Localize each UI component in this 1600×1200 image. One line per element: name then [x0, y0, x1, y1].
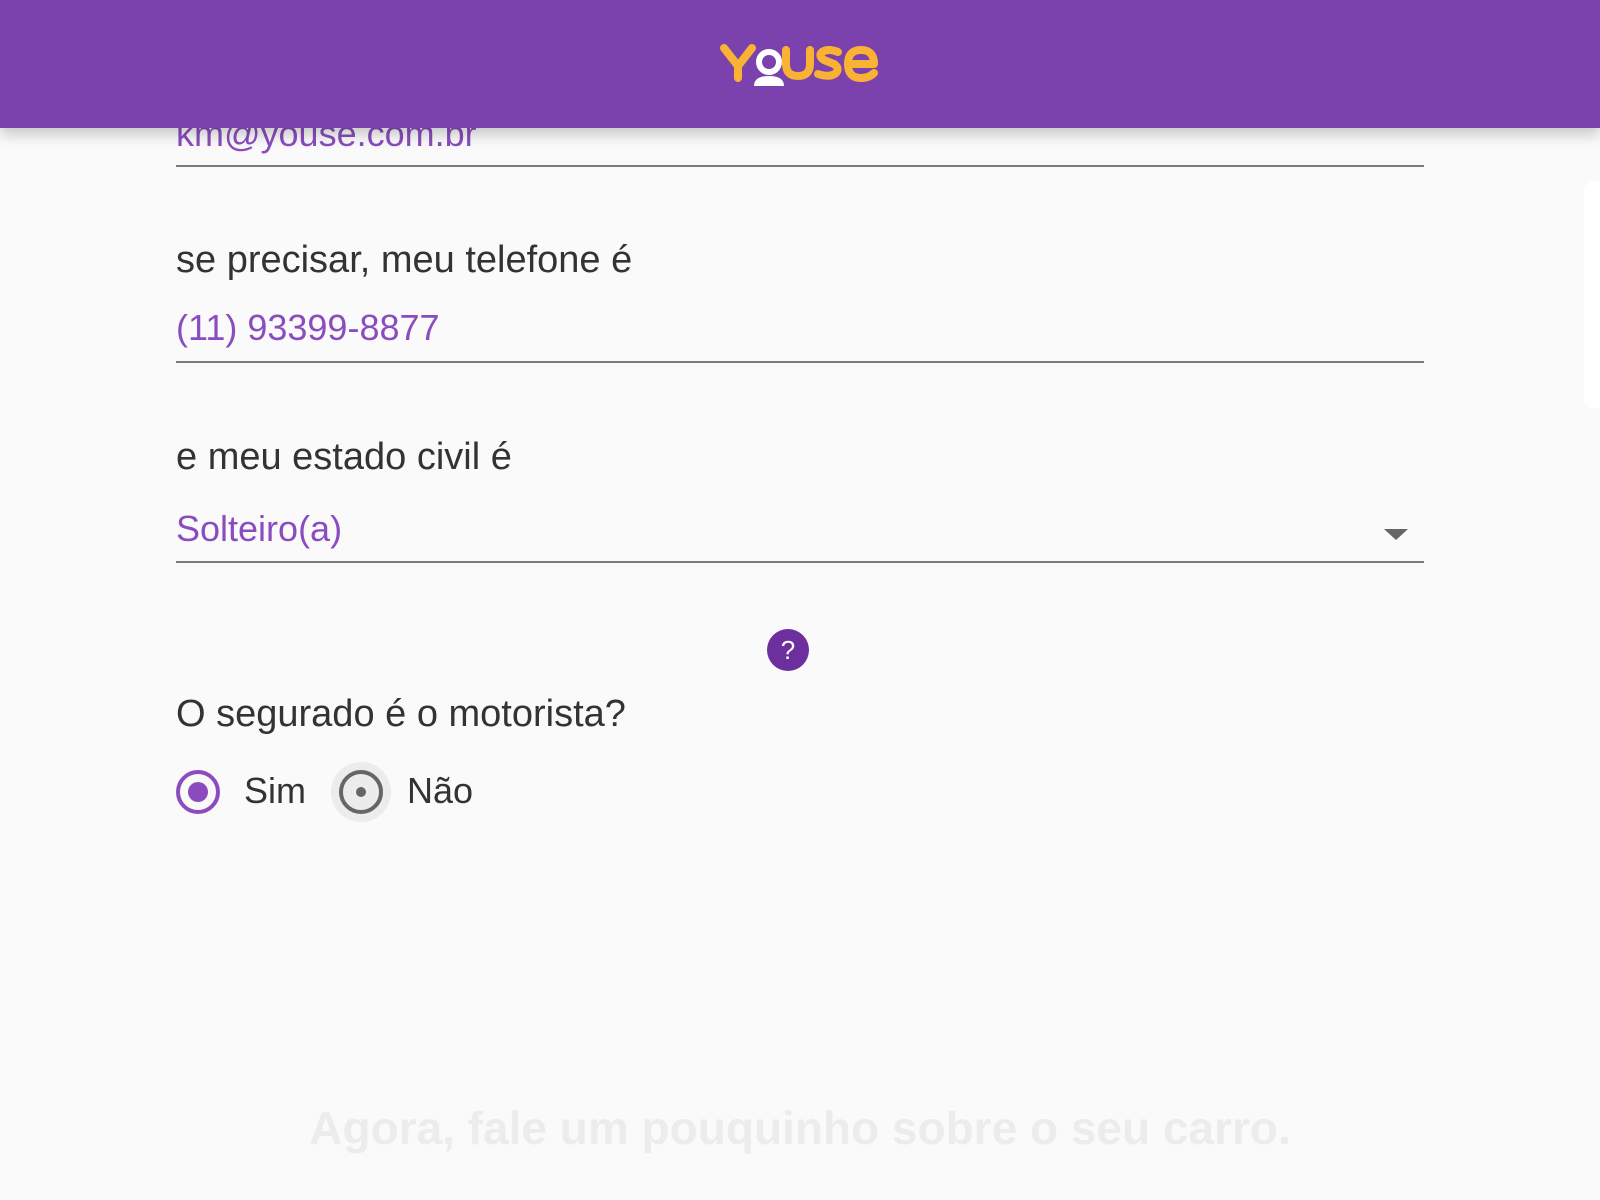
civil-status-label: e meu estado civil é — [176, 436, 512, 478]
chevron-down-icon[interactable] — [1384, 529, 1408, 540]
next-section-heading: Agora, fale um pouquinho sobre o seu car… — [309, 1102, 1291, 1154]
email-underline — [176, 165, 1424, 167]
youse-logo — [720, 44, 878, 86]
radio-nao-dot — [356, 787, 366, 797]
app-header: youse — [0, 0, 1600, 128]
help-icon[interactable]: ? — [767, 629, 809, 671]
driver-question-label: O segurado é o motorista? — [176, 693, 626, 735]
radio-nao[interactable] — [339, 770, 383, 814]
civil-status-underline — [176, 561, 1424, 563]
scrollbar[interactable] — [1584, 182, 1600, 408]
phone-label: se precisar, meu telefone é — [176, 239, 633, 281]
radio-nao-label[interactable]: Não — [407, 768, 473, 814]
radio-sim-dot — [188, 782, 208, 802]
phone-value[interactable]: (11) 93399-8877 — [176, 306, 440, 350]
radio-sim-label[interactable]: Sim — [244, 768, 306, 814]
page: youse km@youse.com.br se precisar, meu t… — [0, 0, 1600, 1200]
phone-underline — [176, 361, 1424, 363]
radio-sim[interactable] — [176, 770, 220, 814]
civil-status-select[interactable]: Solteiro(a) — [176, 507, 342, 551]
